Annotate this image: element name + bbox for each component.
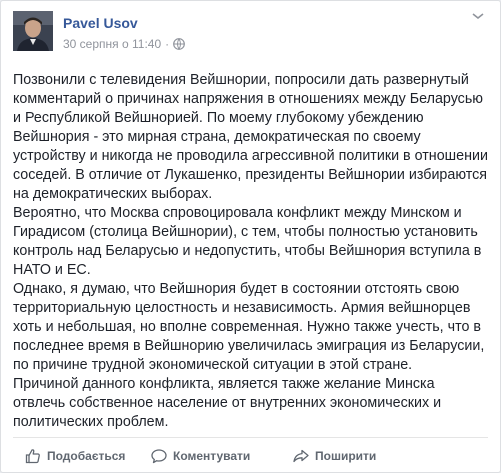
post-text: Позвонили с телевидения Вейшнории, попро… [13,71,490,432]
comment-label: Коментувати [173,449,251,463]
share-button[interactable]: Поширити [293,444,376,468]
author-name-link[interactable]: Pavel Usov [63,15,138,31]
comment-button[interactable]: Коментувати [151,444,250,468]
post-meta: 30 серпня о 11:40 · [63,37,186,51]
post-actions-bar: Подобається Коментувати Поширити [13,444,490,468]
meta-separator: · [165,37,170,51]
post-timestamp[interactable]: 30 серпня о 11:40 [63,37,161,51]
avatar[interactable] [13,11,53,51]
like-label: Подобається [47,449,126,463]
post-paragraph: Вероятно, что Москва спровоцировала конф… [13,205,482,278]
comment-bubble-icon [151,448,167,464]
post-card: Pavel Usov 30 серпня о 11:40 · Позвонили… [0,0,501,473]
post-paragraph: Позвонили с телевидения Вейшнории, попро… [13,72,488,202]
share-label: Поширити [315,449,377,463]
actions-divider [13,437,488,438]
like-button[interactable]: Подобається [25,444,125,468]
avatar-photo [13,11,53,51]
more-options-icon[interactable] [470,11,486,21]
share-arrow-icon [293,448,309,464]
globe-icon[interactable] [173,38,186,50]
post-paragraph: Однако, я думаю, что Вейшнория будет в с… [13,281,485,373]
thumbs-up-icon [25,448,41,464]
post-paragraph: Причиной данного конфликта, является так… [13,376,442,430]
